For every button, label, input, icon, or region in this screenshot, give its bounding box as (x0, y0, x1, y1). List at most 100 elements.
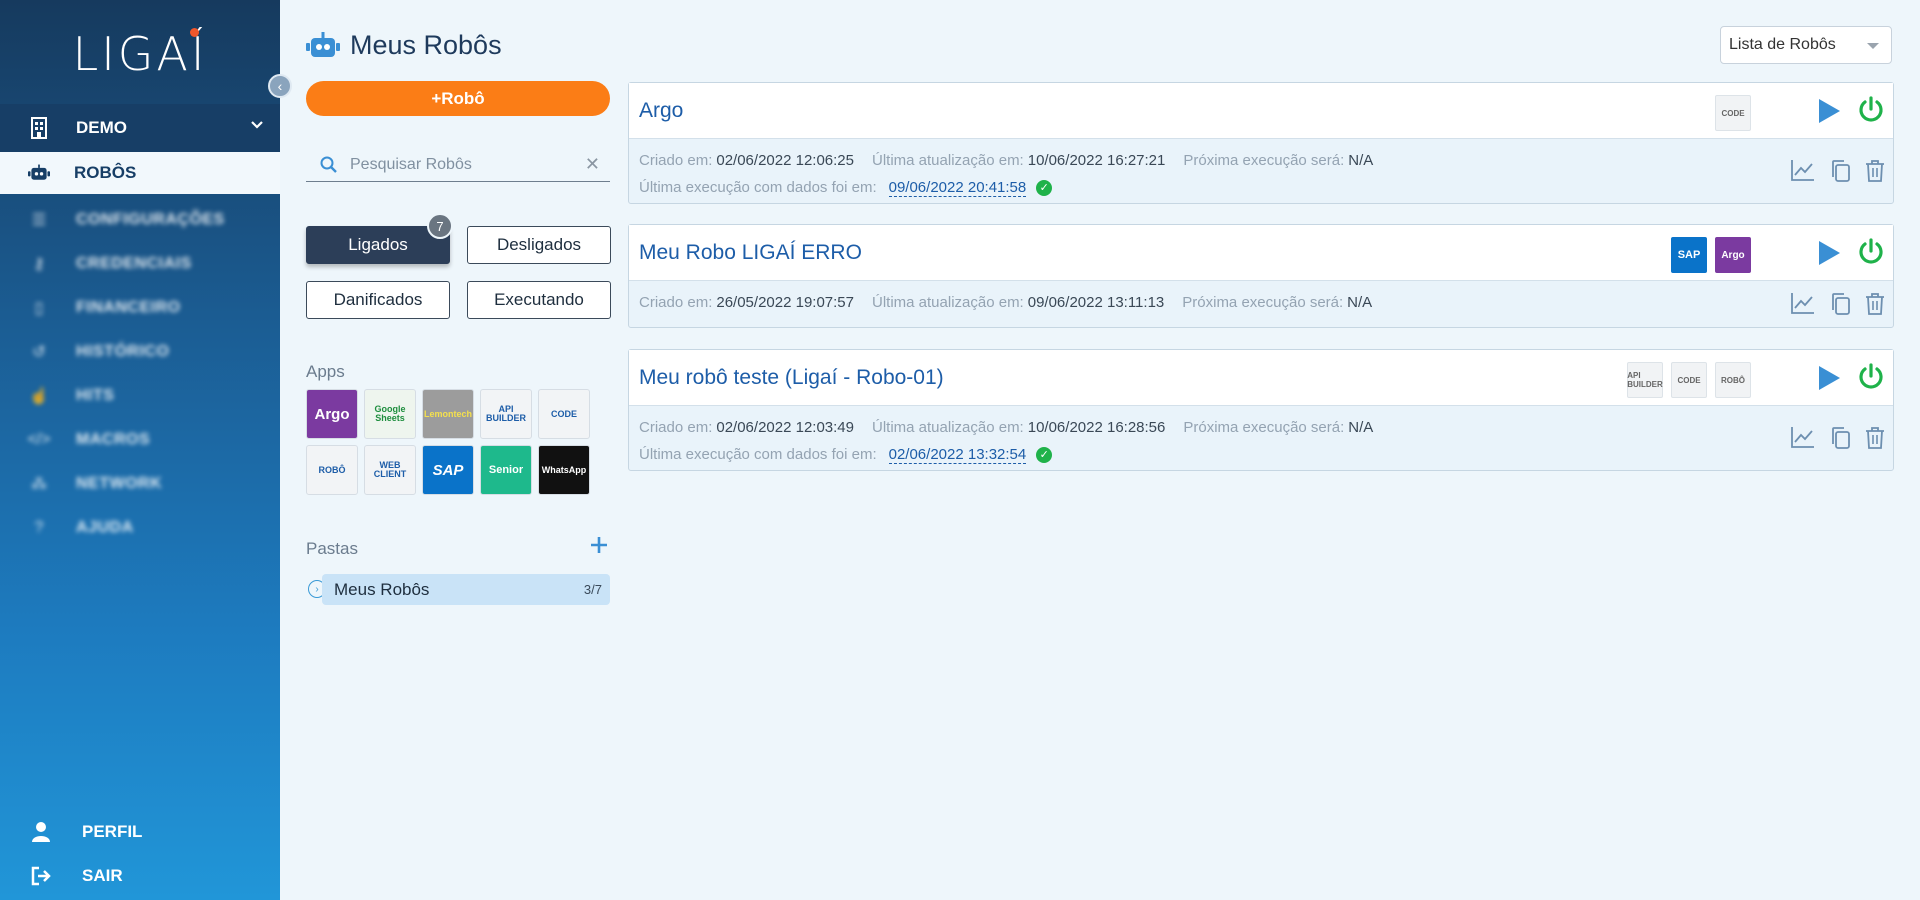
filter-off-button[interactable]: Desligados (467, 226, 611, 264)
sidebar-item-macros[interactable]: </> MACROS (0, 418, 280, 462)
sidebar-item-robots[interactable]: ROBÔS (0, 152, 280, 194)
sidebar-item-hits[interactable]: ☝ HITS (0, 374, 280, 418)
sidebar-item-help[interactable]: ? AJUDA (0, 506, 280, 550)
apps-heading: Apps (306, 362, 345, 381)
collapse-sidebar-button[interactable]: ‹ (268, 74, 292, 98)
document-icon: ▯ (34, 300, 44, 317)
copy-icon[interactable] (1829, 292, 1851, 321)
app-tile[interactable]: SAP (422, 445, 474, 495)
next-exec-label: Próxima execução será: (1183, 419, 1345, 436)
play-icon[interactable] (1817, 365, 1841, 396)
folder-count: 3/7 (583, 582, 602, 597)
created-field: Criado em: 02/06/2022 12:03:49 (639, 414, 854, 441)
robot-name[interactable]: Meu Robo LIGAÍ ERRO (639, 241, 862, 265)
add-robot-button[interactable]: +Robô (306, 81, 610, 116)
folder-item[interactable]: Meus Robôs 3/7 (322, 574, 610, 605)
app-tile[interactable]: CODE (538, 389, 590, 439)
view-select[interactable]: Lista de Robôs (1720, 26, 1892, 64)
created-field: Criado em: 02/06/2022 12:06:25 (639, 147, 854, 174)
power-icon[interactable] (1857, 96, 1885, 129)
chart-icon[interactable] (1791, 159, 1815, 188)
created-field: Criado em: 26/05/2022 19:07:57 (639, 289, 854, 316)
play-icon[interactable] (1817, 98, 1841, 129)
robot-icon (28, 162, 50, 184)
clear-search-icon[interactable]: ✕ (585, 154, 600, 175)
app-tile[interactable]: Senior (480, 445, 532, 495)
view-select-value: Lista de Robôs (1729, 36, 1836, 53)
updated-value: 10/06/2022 16:28:56 (1027, 419, 1166, 436)
robot-apps: SAP Argo (1671, 237, 1751, 273)
robot-card-details: Criado em: 02/06/2022 12:03:49 Última atu… (629, 406, 1893, 476)
play-icon[interactable] (1817, 240, 1841, 271)
chart-icon[interactable] (1791, 292, 1815, 321)
chevron-left-icon: ‹ (277, 78, 283, 94)
search-input[interactable] (350, 155, 590, 174)
sidebar-item-label: AJUDA (76, 519, 134, 536)
app-tile[interactable]: Lemontech (422, 389, 474, 439)
pointer-icon: ☝ (29, 388, 49, 405)
sidebar-item-network[interactable]: ⁂ NETWORK (0, 462, 280, 506)
sidebar-item-label: HITS (76, 387, 115, 404)
robot-card-header: Meu Robo LIGAÍ ERRO SAP Argo (629, 225, 1893, 281)
app-tile[interactable]: Argo (306, 389, 358, 439)
robot-name[interactable]: Meu robô teste (Ligaí - Robo-01) (639, 366, 944, 390)
page-header: Meus Robôs (306, 30, 502, 61)
filter-broken-button[interactable]: Danificados (306, 281, 450, 319)
sidebar-item-profile[interactable]: PERFIL (0, 812, 280, 852)
power-icon[interactable] (1857, 363, 1885, 396)
last-exec-link[interactable]: 02/06/2022 13:32:54 (888, 446, 1027, 464)
robot-actions (1791, 159, 1885, 188)
robot-actions (1791, 426, 1885, 455)
last-exec-link[interactable]: 09/06/2022 20:41:58 (888, 179, 1027, 197)
app-tile[interactable]: ROBÔ (306, 445, 358, 495)
add-folder-button[interactable] (590, 536, 608, 559)
robot-meta: Criado em: 26/05/2022 19:07:57 Última atu… (639, 289, 1883, 316)
robot-card: Argo CODE Criado em: 02/06/2022 12:06:25 … (628, 82, 1894, 204)
robot-card-header: Argo CODE (629, 83, 1893, 139)
robot-card: Meu Robo LIGAÍ ERRO SAP Argo Criado em: 26… (628, 224, 1894, 328)
last-exec-label: Última execução com dados foi em: (639, 179, 877, 196)
copy-icon[interactable] (1829, 426, 1851, 455)
list-icon: ☰ (31, 212, 47, 229)
app-tile[interactable]: Google Sheets (364, 389, 416, 439)
app-tile[interactable]: API BUILDER (480, 389, 532, 439)
updated-label: Última atualização em: (872, 152, 1024, 169)
code-icon: </> (27, 431, 51, 448)
caret-down-icon (1867, 43, 1879, 49)
app-tile[interactable]: WhatsApp (538, 445, 590, 495)
sidebar-item-finance[interactable]: ▯ FINANCEIRO (0, 286, 280, 330)
robot-name[interactable]: Argo (639, 99, 683, 123)
sidebar-item-settings[interactable]: ☰ CONFIGURAÇÕES (0, 198, 280, 242)
sidebar-item-credentials[interactable]: ⚷ CREDENCIAIS (0, 242, 280, 286)
next-exec-field: Próxima execução será: N/A (1183, 414, 1373, 441)
app-tile[interactable]: WEB CLIENT (364, 445, 416, 495)
page-title: Meus Robôs (350, 30, 502, 60)
robot-meta: Criado em: 02/06/2022 12:03:49 Última atu… (639, 414, 1883, 441)
app-label: API BUILDER (486, 404, 526, 423)
updated-label: Última atualização em: (872, 294, 1024, 311)
help-icon: ? (34, 519, 44, 536)
copy-icon[interactable] (1829, 159, 1851, 188)
chart-icon[interactable] (1791, 426, 1815, 455)
sidebar-item-history[interactable]: ↺ HISTÓRICO (0, 330, 280, 374)
next-exec-value: N/A (1348, 419, 1374, 436)
filter-running-button[interactable]: Executando (467, 281, 611, 319)
updated-label: Última atualização em: (872, 419, 1024, 436)
search-bar: ✕ (306, 148, 610, 182)
next-exec-field: Próxima execução será: N/A (1183, 147, 1373, 174)
updated-value: 09/06/2022 13:11:13 (1027, 294, 1165, 311)
trash-icon[interactable] (1865, 426, 1885, 455)
next-exec-field: Próxima execução será: N/A (1182, 289, 1372, 316)
app-label: ROBÔ (318, 464, 346, 475)
power-icon[interactable] (1857, 238, 1885, 271)
sidebar-item-label: NETWORK (76, 475, 163, 492)
trash-icon[interactable] (1865, 159, 1885, 188)
trash-icon[interactable] (1865, 292, 1885, 321)
org-selector[interactable]: DEMO (0, 104, 280, 152)
next-exec-label: Próxima execução será: (1183, 152, 1345, 169)
filter-on-button[interactable]: Ligados 7 (306, 213, 453, 264)
history-icon: ↺ (32, 344, 46, 361)
logout-button[interactable]: SAIR (0, 856, 280, 896)
org-name: DEMO (76, 118, 127, 137)
app-label: CODE (550, 408, 577, 419)
